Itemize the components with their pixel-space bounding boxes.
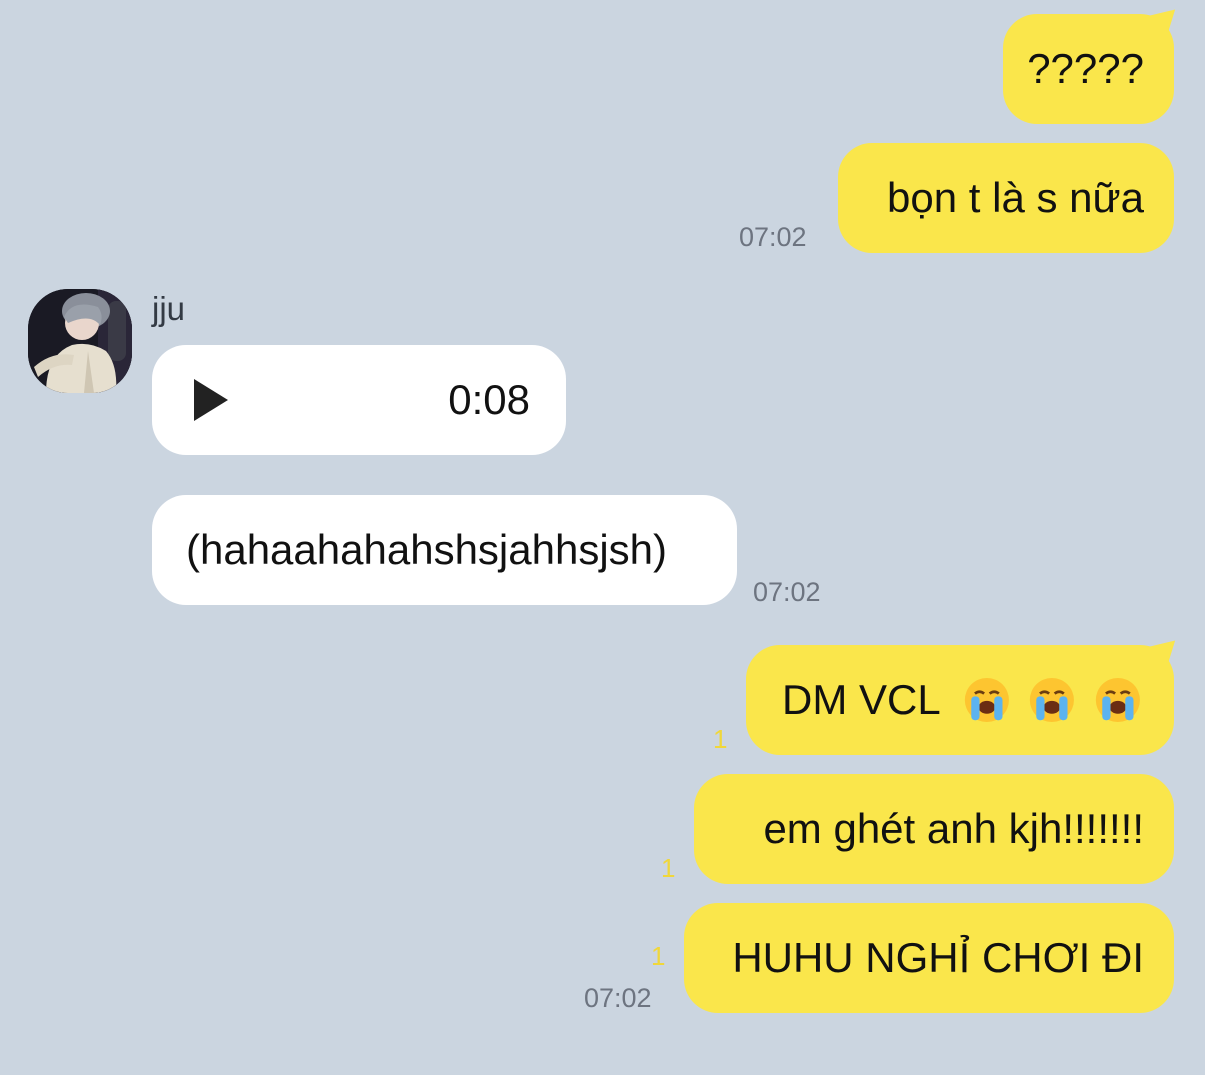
loudly-crying-face-icon xyxy=(1030,677,1075,723)
bubble-tail xyxy=(1144,0,1187,42)
avatar-photo-icon xyxy=(28,289,132,393)
avatar[interactable] xyxy=(28,289,132,393)
message-text: ????? xyxy=(1027,45,1144,92)
outgoing-message[interactable]: DM VCL xyxy=(746,629,1187,755)
voice-message[interactable]: 0:08 xyxy=(152,345,566,455)
loudly-crying-face-icon xyxy=(964,677,1009,723)
unread-count: 1 xyxy=(651,941,666,971)
sender-name: jju xyxy=(152,290,186,327)
message-timestamp: 07:02 xyxy=(753,577,821,607)
message-text: bọn t là s nữa xyxy=(887,174,1144,221)
message-text: (hahaahahahshsjahhsjsh) xyxy=(186,526,668,573)
message-text: em ghét anh kjh!!!!!!! xyxy=(763,805,1144,852)
unread-count: 1 xyxy=(661,853,676,883)
bubble-tail xyxy=(1144,629,1187,673)
outgoing-message[interactable]: ????? xyxy=(1003,0,1187,124)
message-text: HUHU NGHỈ CHƠI ĐI xyxy=(732,934,1144,981)
play-icon[interactable] xyxy=(194,379,228,421)
loudly-crying-face-icon xyxy=(1096,677,1141,723)
outgoing-message[interactable]: bọn t là s nữa xyxy=(838,143,1174,253)
chat-view: ????? bọn t là s nữa 07:02 jju 0:08 (hah… xyxy=(0,0,1205,1075)
outgoing-message[interactable]: em ghét anh kjh!!!!!!! xyxy=(694,774,1174,884)
incoming-message[interactable]: (hahaahahahshsjahhsjsh) xyxy=(152,495,737,605)
message-text: DM VCL xyxy=(782,676,941,723)
voice-duration: 0:08 xyxy=(448,376,530,423)
message-timestamp: 07:02 xyxy=(584,983,652,1013)
unread-count: 1 xyxy=(713,724,728,754)
outgoing-message[interactable]: HUHU NGHỈ CHƠI ĐI xyxy=(684,903,1174,1013)
message-timestamp: 07:02 xyxy=(739,222,807,252)
